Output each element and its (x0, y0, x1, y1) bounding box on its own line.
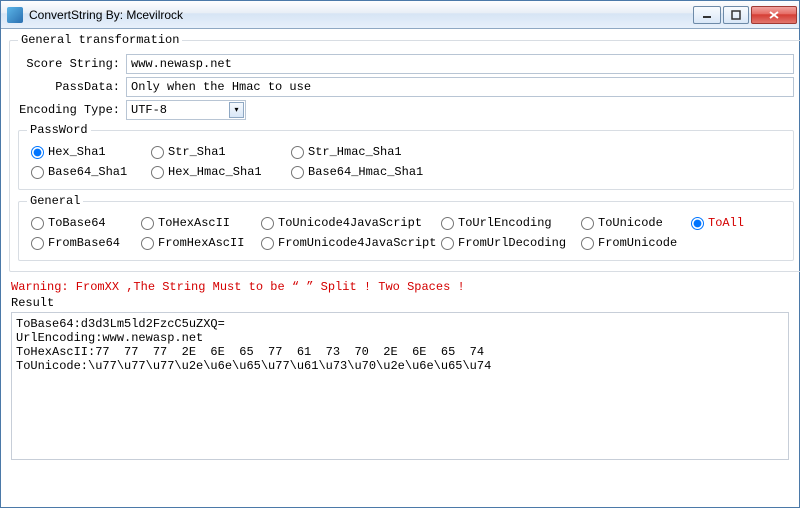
score-string-input[interactable] (126, 54, 794, 74)
radio-tobase64[interactable]: ToBase64 (31, 216, 141, 230)
general-legend: General (27, 194, 83, 208)
result-output[interactable]: ToBase64:d3d3Lm5ld2FzcC5uZXQ= UrlEncodin… (11, 312, 789, 460)
password-group: PassWord Hex_Sha1 Str_Sha1 Str_Hmac_Sha1… (18, 123, 794, 190)
radio-tounicode4js[interactable]: ToUnicode4JavaScript (261, 216, 441, 230)
radio-fromunicode[interactable]: FromUnicode (581, 236, 691, 250)
general-transformation-group: General transformation Score String: Pas… (9, 33, 800, 272)
chevron-down-icon[interactable]: ▾ (229, 102, 244, 118)
general-transformation-legend: General transformation (18, 33, 182, 47)
minimize-button[interactable] (693, 6, 721, 24)
app-icon (7, 7, 23, 23)
radio-str-hmac-sha1[interactable]: Str_Hmac_Sha1 (291, 145, 451, 159)
maximize-button[interactable] (723, 6, 749, 24)
titlebar[interactable]: ConvertString By: Mcevilrock (1, 1, 799, 29)
warning-text: Warning: FromXX ,The String Must to be “… (11, 280, 789, 294)
close-button[interactable] (751, 6, 797, 24)
radio-base64-sha1[interactable]: Base64_Sha1 (31, 165, 151, 179)
radio-frombase64[interactable]: FromBase64 (31, 236, 141, 250)
radio-fromhexascii[interactable]: FromHexAscII (141, 236, 261, 250)
password-legend: PassWord (27, 123, 91, 137)
general-group: General ToBase64 ToHexAscII ToUnicode4Ja… (18, 194, 794, 261)
radio-tohexascii[interactable]: ToHexAscII (141, 216, 261, 230)
content-area: General transformation Score String: Pas… (1, 29, 799, 507)
radio-hex-sha1[interactable]: Hex_Sha1 (31, 145, 151, 159)
radio-fromurldecoding[interactable]: FromUrlDecoding (441, 236, 581, 250)
radio-fromunicode4js[interactable]: FromUnicode4JavaScript (261, 236, 441, 250)
window-title: ConvertString By: Mcevilrock (29, 8, 693, 22)
app-window: ConvertString By: Mcevilrock General tra… (0, 0, 800, 508)
radio-str-sha1[interactable]: Str_Sha1 (151, 145, 291, 159)
passdata-input[interactable] (126, 77, 794, 97)
radio-tounicode[interactable]: ToUnicode (581, 216, 691, 230)
encoding-type-combo[interactable]: ▾ (126, 100, 246, 120)
radio-base64-hmac-sha1[interactable]: Base64_Hmac_Sha1 (291, 165, 451, 179)
passdata-label: PassData: (18, 80, 126, 94)
score-string-label: Score String: (18, 57, 126, 71)
radio-hex-hmac-sha1[interactable]: Hex_Hmac_Sha1 (151, 165, 291, 179)
result-label: Result (11, 296, 789, 310)
radio-toall[interactable]: ToAll (691, 216, 781, 230)
encoding-type-input[interactable] (126, 100, 246, 120)
radio-tourlencoding[interactable]: ToUrlEncoding (441, 216, 581, 230)
encoding-type-label: Encoding Type: (18, 103, 126, 117)
